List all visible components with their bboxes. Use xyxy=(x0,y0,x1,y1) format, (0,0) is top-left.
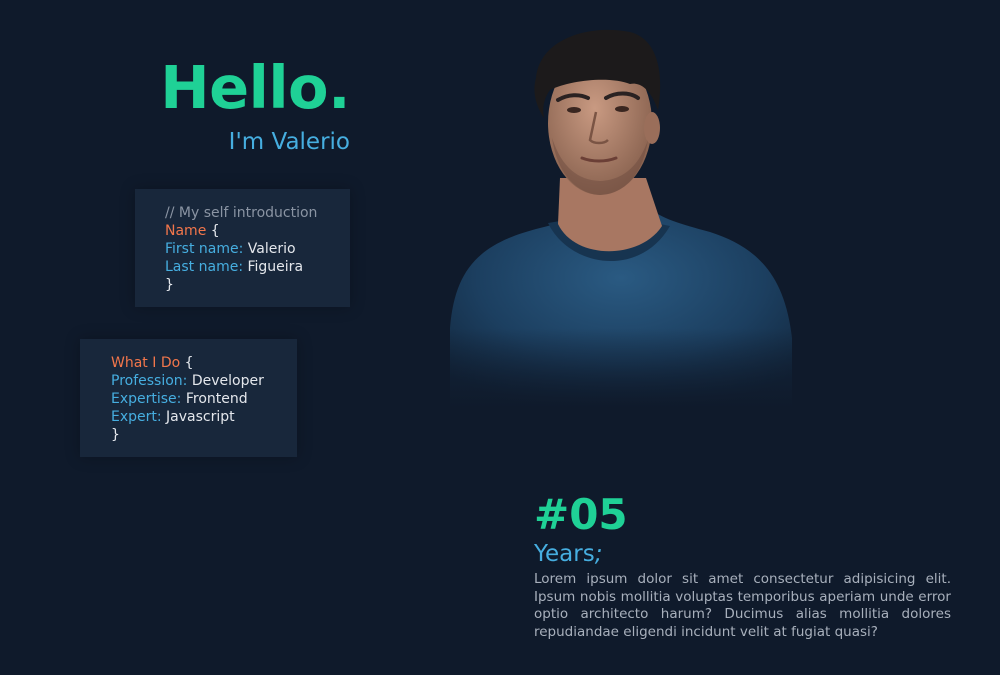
experience-number: #05 xyxy=(534,490,628,539)
experience-label-suffix: ; xyxy=(594,541,603,567)
work-field-key: Expert: xyxy=(111,409,162,425)
work-field-key: Profession: xyxy=(111,373,188,389)
intro-block-header: Name { xyxy=(165,222,350,240)
work-field-value: Javascript xyxy=(166,409,235,425)
work-field-expert: Expert: Javascript xyxy=(111,408,297,426)
work-field-profession: Profession: Developer xyxy=(111,372,297,390)
page: Hello. I'm Valerio // My self introducti… xyxy=(0,0,1000,675)
profile-photo xyxy=(440,28,800,408)
intro-field-key: First name: xyxy=(165,241,244,257)
intro-open-brace: { xyxy=(210,223,220,239)
intro-field-first-name: First name: Valerio xyxy=(165,240,350,258)
intro-comment: // My self introduction xyxy=(165,205,318,221)
work-block-name: What I Do xyxy=(111,355,181,371)
intro-field-value: Figueira xyxy=(247,259,304,275)
experience-description: Lorem ipsum dolor sit amet consectetur a… xyxy=(534,571,951,640)
work-close-brace: } xyxy=(111,427,120,443)
work-card: What I Do { Profession: Developer Expert… xyxy=(80,339,297,457)
intro-close-brace: } xyxy=(165,277,174,293)
intro-block-name: Name xyxy=(165,223,207,239)
experience-label-text: Years xyxy=(534,541,595,567)
work-open-brace: { xyxy=(184,355,194,371)
hero-subtitle: I'm Valerio xyxy=(228,129,350,155)
hero-greeting: Hello. xyxy=(160,53,350,122)
experience-label: Years; xyxy=(534,541,602,569)
work-field-value: Frontend xyxy=(185,391,248,407)
work-field-expertise: Expertise: Frontend xyxy=(111,390,297,408)
work-field-key: Expertise: xyxy=(111,391,182,407)
intro-card: // My self introduction Name { First nam… xyxy=(135,189,350,307)
work-block-header: What I Do { xyxy=(111,354,297,372)
work-field-value: Developer xyxy=(191,373,264,389)
intro-field-value: Valerio xyxy=(247,241,296,257)
intro-field-key: Last name: xyxy=(165,259,244,275)
intro-field-last-name: Last name: Figueira xyxy=(165,258,350,276)
